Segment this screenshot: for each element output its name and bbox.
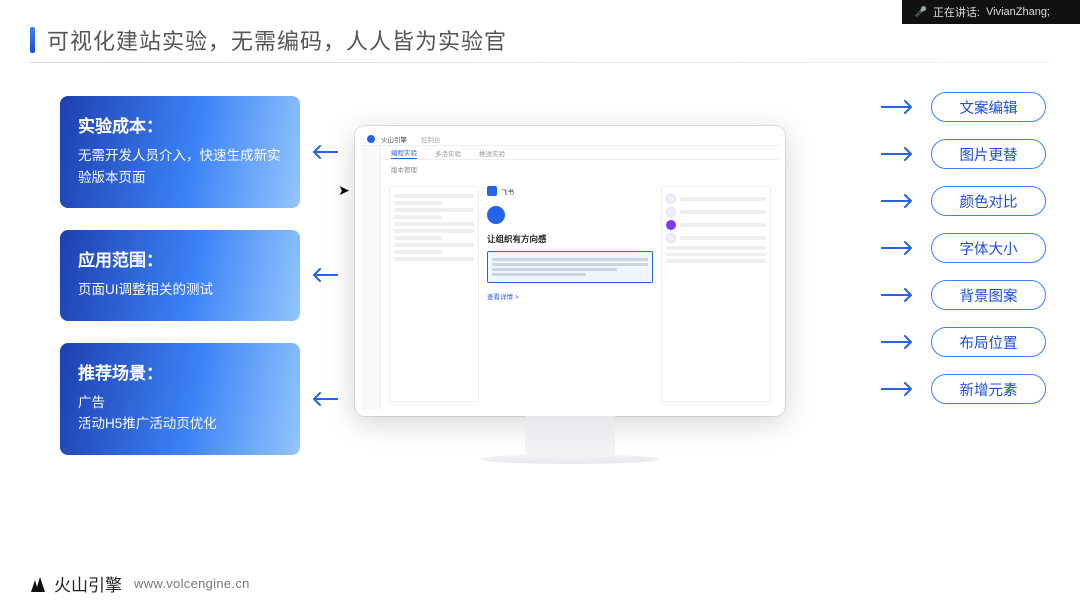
arrow-left-icon [308,392,338,406]
volcano-icon [28,574,48,594]
card-scope: 应用范围： 页面UI调整相关的测试 [60,230,300,321]
mock-breadcrumb: 控制台 [421,134,441,144]
mock-tab[interactable]: 多活实验 [435,148,461,158]
mock-logo-icon [367,135,375,143]
monitor-stand [525,416,615,456]
mock-sidebar [361,146,381,410]
mock-tab[interactable]: 推送实验 [479,148,505,158]
pill-background[interactable]: 背景图案 [931,280,1046,310]
card-cost-body: 无需开发人员介入，快速生成新实验版本页面 [78,145,282,188]
mock-avatar-icon [487,206,505,224]
mock-product-name: 火山引擎 [381,134,407,144]
monitor-screen: 火山引擎 控制台 编程实验 多活实验 推送实验 版本管理 [355,126,785,416]
mock-left-panel [389,186,479,402]
arrow-right-icon [881,194,919,208]
cursor-icon: ➤ [338,182,350,199]
arrow-left-icon [308,268,338,282]
header-divider [30,62,1050,63]
arrow-right-icon [881,382,919,396]
pill-add-element[interactable]: 新增元素 [931,374,1046,404]
speaker-name: VivianZhang; [986,6,1050,18]
card-scenario: 推荐场景： 广告 活动H5推广活动页优化 [60,343,300,455]
pill-row: 文案编辑 [881,92,1046,122]
brand-name: 火山引擎 [54,571,122,596]
brand-url: www.volcengine.cn [134,576,250,591]
mock-body: 编程实验 多活实验 推送实验 版本管理 [361,146,779,410]
right-pill-column: 文案编辑 图片更替 颜色对比 字体大小 背景图案 布局位置 新增元素 [881,92,1046,404]
mock-topbar: 火山引擎 控制台 [361,132,779,146]
brand-logo: 火山引擎 [28,571,122,596]
mock-headline: 让组织有方向感 [487,233,653,245]
title-accent-bar [30,27,35,53]
card-scope-body: 页面UI调整相关的测试 [78,279,282,301]
pill-label: 字体大小 [960,238,1018,259]
pill-font-size[interactable]: 字体大小 [931,233,1046,263]
mock-content: 飞书 让组织有方向感 查看详情 > [381,178,779,410]
left-card-column: 实验成本： 无需开发人员介入，快速生成新实验版本页面 应用范围： 页面UI调整相… [60,96,300,455]
pill-layout-position[interactable]: 布局位置 [931,327,1046,357]
monitor-base [480,454,660,464]
pill-image-replace[interactable]: 图片更替 [931,139,1046,169]
card-scope-title: 应用范围： [78,246,282,271]
speaker-badge: 🎤 正在讲话: VivianZhang; [902,0,1080,24]
mock-selected-block[interactable] [487,251,653,283]
main-area: 实验成本： 无需开发人员介入，快速生成新实验版本页面 应用范围： 页面UI调整相… [0,86,1080,566]
arrow-right-icon [881,100,919,114]
arrow-right-icon [881,241,919,255]
pill-label: 背景图案 [960,285,1018,306]
card-scenario-title: 推荐场景： [78,359,282,384]
mic-icon: 🎤 [914,7,926,18]
mock-brand-small: 飞书 [501,186,514,196]
mock-center-panel: 飞书 让组织有方向感 查看详情 > [487,186,653,402]
arrow-right-icon [881,288,919,302]
mock-app: 火山引擎 控制台 编程实验 多活实验 推送实验 版本管理 [361,132,779,410]
card-scenario-body: 广告 活动H5推广活动页优化 [78,392,282,435]
mock-tab-active[interactable]: 编程实验 [391,147,417,159]
pill-label: 颜色对比 [960,191,1018,212]
pill-label: 布局位置 [960,332,1018,353]
pill-text-edit[interactable]: 文案编辑 [931,92,1046,122]
mock-main: 编程实验 多活实验 推送实验 版本管理 [381,146,779,410]
mock-center-header: 飞书 [487,186,653,196]
mock-brand-icon [487,186,497,196]
mock-selected-chip-icon [666,220,676,230]
mock-right-panel [661,186,771,402]
speaker-label: 正在讲话: [933,4,980,20]
mock-link[interactable]: 查看详情 > [487,291,653,301]
card-cost: 实验成本： 无需开发人员介入，快速生成新实验版本页面 [60,96,300,208]
pill-color-contrast[interactable]: 颜色对比 [931,186,1046,216]
page-title: 可视化建站实验，无需编码，人人皆为实验官 [47,24,507,56]
mock-tabs: 编程实验 多活实验 推送实验 [381,146,779,160]
pill-label: 新增元素 [960,379,1018,400]
arrow-left-icon [308,145,338,159]
card-cost-title: 实验成本： [78,112,282,137]
pill-label: 文案编辑 [960,97,1018,118]
arrow-right-icon [881,335,919,349]
pill-label: 图片更替 [960,144,1018,165]
mock-section-label: 版本管理 [381,160,779,178]
arrow-right-icon [881,147,919,161]
footer: 火山引擎 www.volcengine.cn [28,571,250,596]
monitor-mockup: 火山引擎 控制台 编程实验 多活实验 推送实验 版本管理 [355,126,785,464]
